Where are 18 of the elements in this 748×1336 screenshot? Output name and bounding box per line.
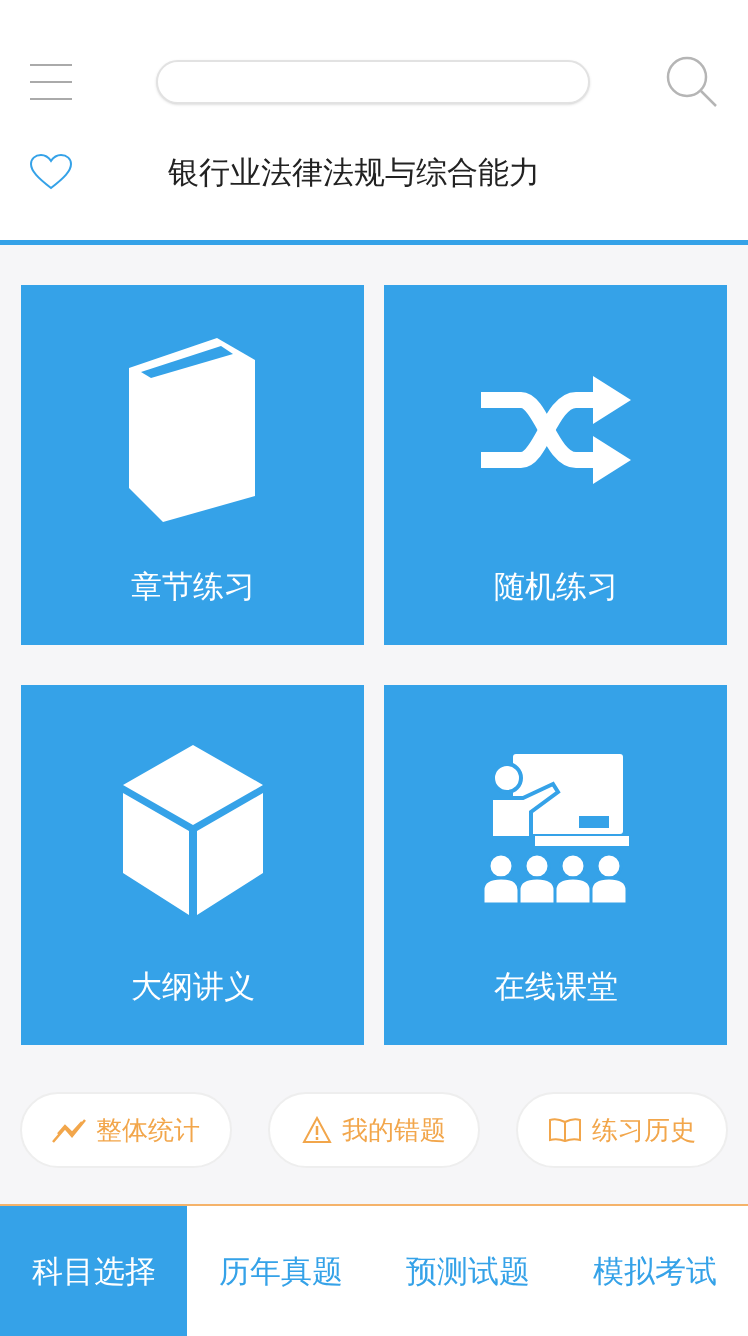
warning-icon [302, 1116, 332, 1144]
menu-icon[interactable] [30, 64, 72, 100]
search-icon[interactable] [666, 56, 718, 108]
classroom-icon [482, 754, 629, 906]
menu-tile[interactable]: 章节练习 [21, 285, 364, 645]
cube-icon [122, 745, 263, 915]
open-book-icon [548, 1117, 582, 1143]
subject-title: 银行业法律法规与综合能力 [168, 152, 540, 192]
search-field[interactable] [156, 60, 590, 104]
quick-action-button[interactable]: 我的错题 [268, 1092, 480, 1168]
quick-action-button[interactable]: 练习历史 [516, 1092, 728, 1168]
tab[interactable]: 科目选择 [0, 1206, 187, 1336]
book-icon [128, 338, 257, 522]
menu-tile[interactable]: 大纲讲义 [21, 685, 364, 1045]
menu-tile[interactable]: 在线课堂 [384, 685, 727, 1045]
quick-action-button[interactable]: 整体统计 [20, 1092, 232, 1168]
heart-icon[interactable] [30, 154, 72, 190]
menu-tile[interactable]: 随机练习 [384, 285, 727, 645]
